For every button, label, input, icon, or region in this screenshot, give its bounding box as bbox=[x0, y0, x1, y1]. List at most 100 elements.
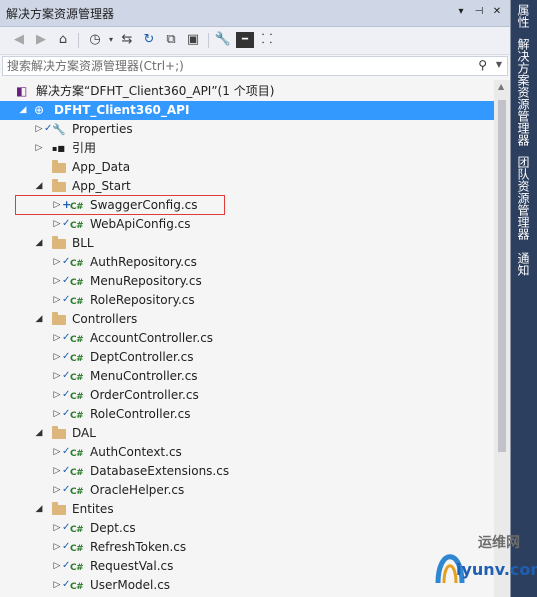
forward-icon[interactable]: ▶ bbox=[32, 32, 50, 48]
side-tab-notifications[interactable]: 通知 bbox=[515, 252, 532, 276]
collapsed-arrow-icon[interactable]: ▷ bbox=[52, 274, 62, 288]
folder-icon bbox=[52, 502, 66, 517]
tree-item-label: DatabaseExtensions.cs bbox=[90, 464, 230, 478]
tree-row[interactable]: ▷ ✓ C# RefreshToken.cs bbox=[0, 538, 494, 557]
tree-row[interactable]: ▷ ✓ C# Dept.cs bbox=[0, 519, 494, 538]
tree-row[interactable]: ▷ ✓ C# RoleController.cs bbox=[0, 405, 494, 424]
expanded-arrow-icon[interactable]: ◢ bbox=[34, 502, 44, 516]
scrollbar-thumb[interactable] bbox=[498, 100, 506, 452]
side-tab-strip: 属性 解决方案资源管理器 团队资源管理器 通知 bbox=[511, 0, 537, 597]
expanded-arrow-icon[interactable]: ◢ bbox=[34, 426, 44, 440]
folder-icon bbox=[52, 160, 66, 175]
tree-item-label: Entites bbox=[72, 502, 114, 516]
checked-in-icon: ✓ bbox=[62, 541, 71, 552]
checked-in-icon: ✓ bbox=[62, 218, 71, 229]
search-icon[interactable]: ⚲ bbox=[478, 58, 487, 72]
tree-row[interactable]: ▷ ✓ C# UserModel.cs bbox=[0, 576, 494, 595]
show-all-files-icon[interactable]: ▣ bbox=[184, 32, 202, 48]
tree-row[interactable]: ▷ ✓ C# MenuRepository.cs bbox=[0, 272, 494, 291]
collapsed-arrow-icon[interactable]: ▷ bbox=[52, 578, 62, 592]
collapsed-arrow-icon[interactable]: ▷ bbox=[52, 198, 62, 212]
tree-row[interactable]: ▷ ▪■ 引用 bbox=[0, 139, 494, 158]
refresh-icon[interactable]: ↻ bbox=[140, 32, 158, 48]
class-view-icon[interactable]: ⸬ bbox=[258, 32, 276, 48]
collapsed-arrow-icon[interactable]: ▷ bbox=[34, 122, 44, 136]
collapsed-arrow-icon[interactable]: ▷ bbox=[52, 369, 62, 383]
collapsed-arrow-icon[interactable]: ▷ bbox=[52, 540, 62, 554]
checked-in-icon: ✓ bbox=[62, 332, 71, 343]
collapsed-arrow-icon[interactable]: ▷ bbox=[52, 464, 62, 478]
tree-row[interactable]: ▷ ✓ C# RoleRepository.cs bbox=[0, 291, 494, 310]
tree-row[interactable]: ◢ DAL bbox=[0, 424, 494, 443]
collapsed-arrow-icon[interactable]: ▷ bbox=[52, 350, 62, 364]
side-tab-properties[interactable]: 属性 bbox=[515, 4, 532, 28]
home-icon[interactable]: ⌂ bbox=[54, 32, 72, 48]
checked-in-icon: ✓ bbox=[62, 465, 71, 476]
tree-row[interactable]: ▷ ✓ C# DatabaseExtensions.cs bbox=[0, 462, 494, 481]
back-icon[interactable]: ◀ bbox=[10, 32, 28, 48]
expanded-arrow-icon[interactable]: ◢ bbox=[34, 312, 44, 326]
csharp-file-icon: C# bbox=[70, 487, 84, 497]
auto-hide-pin-icon[interactable]: ⊣ bbox=[472, 4, 486, 20]
folder-icon bbox=[52, 312, 66, 327]
expanded-arrow-icon[interactable]: ◢ bbox=[34, 179, 44, 193]
collapsed-arrow-icon[interactable]: ▷ bbox=[52, 521, 62, 535]
tree-row[interactable]: ▷ + C# SwaggerConfig.cs bbox=[0, 196, 494, 215]
tree-row[interactable]: ▷ ✓ C# RequestVal.cs bbox=[0, 557, 494, 576]
search-options-dropdown-icon[interactable]: ▼ bbox=[496, 60, 502, 69]
expanded-arrow-icon[interactable]: ◢ bbox=[34, 236, 44, 250]
tree-row[interactable]: ◢ Entites bbox=[0, 500, 494, 519]
collapsed-arrow-icon[interactable]: ▷ bbox=[52, 331, 62, 345]
tree-item-label: RoleController.cs bbox=[90, 407, 191, 421]
csharp-file-icon: C# bbox=[70, 392, 84, 402]
tree-row[interactable]: ▷ ✓ C# MenuController.cs bbox=[0, 367, 494, 386]
tree-item-label: DAL bbox=[72, 426, 96, 440]
csharp-file-icon: C# bbox=[70, 544, 84, 554]
window-position-dropdown-icon[interactable]: ▾ bbox=[454, 4, 468, 20]
tree-row[interactable]: App_Data bbox=[0, 158, 494, 177]
collapsed-arrow-icon[interactable]: ▷ bbox=[52, 217, 62, 231]
tree-row[interactable]: ▷ ✓ C# WebApiConfig.cs bbox=[0, 215, 494, 234]
properties-icon[interactable]: 🔧 bbox=[214, 32, 232, 48]
tree-row[interactable]: ◢ App_Start bbox=[0, 177, 494, 196]
explorer-toolbar: ◀ ▶ ⌂ ◷ ▾ ⇆ ↻ ⧉ ▣ 🔧 ━ ⸬ bbox=[0, 27, 510, 55]
checked-in-icon: ✓ bbox=[62, 484, 71, 495]
csharp-file-icon: C# bbox=[70, 297, 84, 307]
tree-row[interactable]: ◢ Controllers bbox=[0, 310, 494, 329]
expanded-arrow-icon[interactable]: ◢ bbox=[18, 103, 28, 117]
tree-row-solution[interactable]: ◧ 解决方案“DFHT_Client360_API”(1 个项目) bbox=[0, 82, 494, 101]
vertical-scrollbar[interactable]: ▲ bbox=[494, 80, 510, 597]
collapsed-arrow-icon[interactable]: ▷ bbox=[52, 559, 62, 573]
preview-icon[interactable]: ━ bbox=[236, 32, 254, 48]
collapsed-arrow-icon[interactable]: ▷ bbox=[52, 407, 62, 421]
tree-row[interactable]: ▷ ✓ C# AccountController.cs bbox=[0, 329, 494, 348]
collapsed-arrow-icon[interactable]: ▷ bbox=[52, 255, 62, 269]
collapsed-arrow-icon[interactable]: ▷ bbox=[52, 388, 62, 402]
side-tab-solution-explorer[interactable]: 解决方案资源管理器 bbox=[515, 38, 532, 146]
collapse-all-icon[interactable]: ⧉ bbox=[162, 32, 180, 48]
tree-row-project[interactable]: ◢ ⊕ DFHT_Client360_API bbox=[0, 101, 494, 120]
tree-row[interactable]: ▷ ✓ C# AuthContext.cs bbox=[0, 443, 494, 462]
checked-in-icon: ✓ bbox=[62, 256, 71, 267]
tree-item-label: Dept.cs bbox=[90, 521, 136, 535]
collapsed-arrow-icon[interactable]: ▷ bbox=[52, 293, 62, 307]
collapsed-arrow-icon[interactable]: ▷ bbox=[34, 141, 44, 155]
tree-item-label: BLL bbox=[72, 236, 94, 250]
collapsed-arrow-icon[interactable]: ▷ bbox=[52, 483, 62, 497]
checked-in-icon: ✓ bbox=[62, 370, 71, 381]
tree-row[interactable]: ▷ ✓ C# AuthRepository.cs bbox=[0, 253, 494, 272]
tree-row[interactable]: ▷ ✓ 🔧 Properties bbox=[0, 120, 494, 139]
tree-row[interactable]: ◢ BLL bbox=[0, 234, 494, 253]
tree-row[interactable]: ▷ ✓ C# OracleHelper.cs bbox=[0, 481, 494, 500]
tree-item-label: MenuController.cs bbox=[90, 369, 198, 383]
search-input[interactable] bbox=[7, 58, 477, 74]
tree-row[interactable]: ▷ ✓ C# DeptController.cs bbox=[0, 348, 494, 367]
tree-item-label: App_Data bbox=[72, 160, 131, 174]
checked-in-icon: ✓ bbox=[62, 351, 71, 362]
collapsed-arrow-icon[interactable]: ▷ bbox=[52, 445, 62, 459]
scroll-up-icon[interactable]: ▲ bbox=[498, 82, 504, 91]
tree-row[interactable]: ▷ ✓ C# OrderController.cs bbox=[0, 386, 494, 405]
sync-icon[interactable]: ⇆ bbox=[118, 32, 136, 48]
close-icon[interactable]: ✕ bbox=[490, 4, 504, 20]
side-tab-team-explorer[interactable]: 团队资源管理器 bbox=[515, 156, 532, 240]
